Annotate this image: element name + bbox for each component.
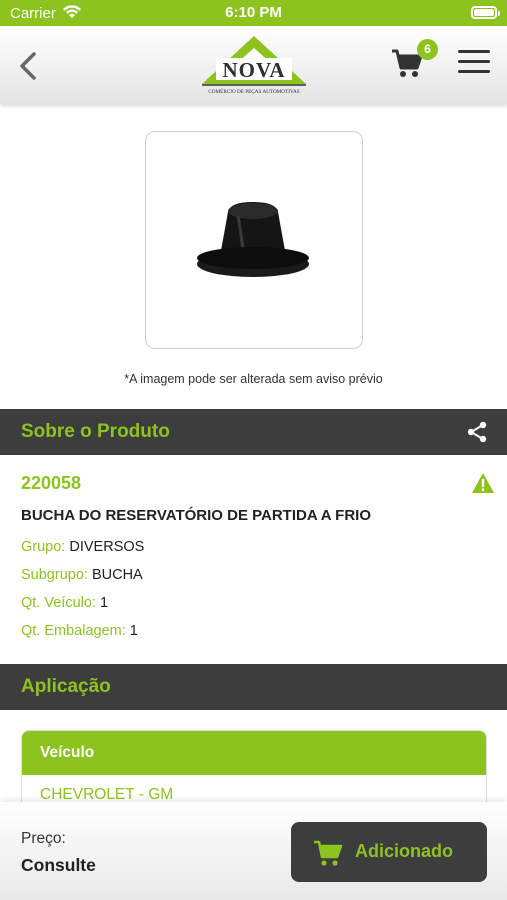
cart-icon — [314, 840, 343, 866]
back-chevron-icon[interactable] — [14, 48, 42, 84]
svg-text:COMÉRCIO DE PEÇAS AUTOMOTIVAS: COMÉRCIO DE PEÇAS AUTOMOTIVAS — [208, 87, 299, 95]
price-footer: Preço: Consulte Adicionado — [0, 802, 507, 900]
attribute-row-qt-embalagem: Qt. Embalagem: 1 — [21, 623, 138, 639]
price-label: Preço: — [21, 830, 66, 847]
price-value: Consulte — [21, 855, 96, 875]
application-section-title: Aplicação — [21, 676, 111, 697]
attribute-value: 1 — [100, 595, 109, 611]
attribute-label: Grupo: — [21, 539, 66, 555]
product-image — [197, 202, 309, 277]
svg-text:NOVA: NOVA — [222, 58, 285, 82]
status-time: 6:10 PM — [225, 4, 282, 21]
table-header-veiculo: Veículo — [22, 731, 486, 775]
added-to-cart-button[interactable]: Adicionado — [291, 822, 487, 882]
image-disclaimer: *A imagem pode ser alterada sem aviso pr… — [124, 372, 383, 386]
product-code: 220058 — [21, 473, 82, 493]
about-section-header: Sobre o Produto — [0, 409, 507, 455]
attribute-label: Qt. Embalagem: — [21, 623, 126, 639]
attribute-row-grupo: Grupo: DIVERSOS — [21, 539, 144, 555]
cart-count-badge: 6 — [417, 39, 438, 60]
warning-icon[interactable] — [471, 472, 495, 494]
attribute-value: BUCHA — [91, 567, 143, 583]
attribute-value: DIVERSOS — [69, 539, 145, 555]
added-button-label: Adicionado — [355, 841, 453, 861]
attribute-label: Subgrupo: — [21, 567, 88, 583]
attribute-row-subgrupo: Subgrupo: BUCHA — [21, 567, 143, 583]
hamburger-menu-icon[interactable] — [458, 50, 490, 78]
status-bar: Carrier 6:10 PM — [0, 0, 507, 26]
nav-bar: NOVA COMÉRCIO DE PEÇAS AUTOMOTIVAS 6 — [0, 26, 507, 104]
nova-logo[interactable]: NOVA COMÉRCIO DE PEÇAS AUTOMOTIVAS — [196, 34, 312, 96]
application-section-header: Aplicação — [0, 664, 507, 710]
battery-icon — [471, 6, 500, 19]
product-image-frame[interactable] — [145, 131, 363, 349]
product-name: BUCHA DO RESERVATÓRIO DE PARTIDA A FRIO — [21, 507, 372, 524]
attribute-label: Qt. Veículo: — [21, 595, 96, 611]
attribute-value: 1 — [129, 623, 138, 639]
attribute-row-qt-veiculo: Qt. Veículo: 1 — [21, 595, 108, 611]
about-section-title: Sobre o Produto — [21, 421, 170, 442]
share-icon[interactable] — [465, 420, 489, 444]
